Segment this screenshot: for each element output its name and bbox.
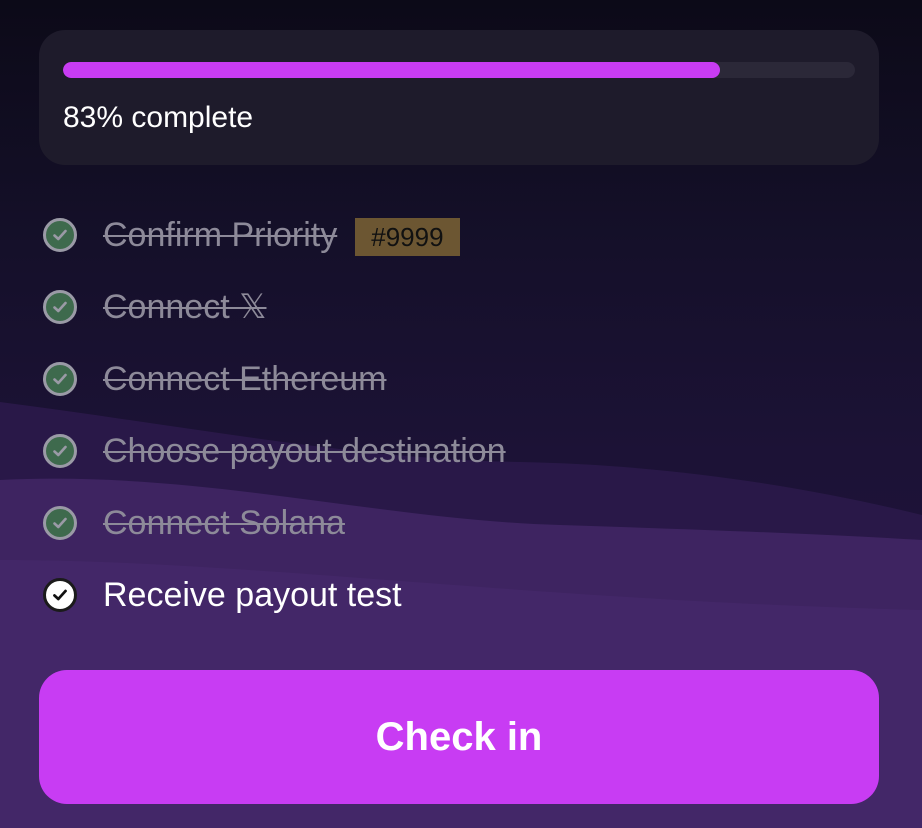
step-connect-solana[interactable]: Connect Solana [43, 502, 506, 574]
step-confirm-priority[interactable]: Confirm Priority #9999 [43, 214, 506, 286]
step-label: Choose payout destination [103, 432, 506, 470]
progress-label: 83% complete [63, 101, 254, 134]
check-circle-icon [43, 506, 77, 540]
step-receive-payout-test[interactable]: Receive payout test [43, 574, 506, 646]
progress-bar [63, 62, 855, 78]
step-label: Confirm Priority [103, 216, 338, 254]
step-label: Connect Solana [103, 504, 345, 542]
progress-card: 83% complete [39, 30, 879, 165]
step-connect-ethereum[interactable]: Connect Ethereum [43, 358, 506, 430]
check-circle-icon [43, 578, 77, 612]
checklist: Confirm Priority #9999 Connect 𝕏 Connect… [43, 214, 506, 646]
check-circle-icon [43, 362, 77, 396]
step-label: Connect 𝕏 [103, 288, 267, 326]
check-circle-icon [43, 290, 77, 324]
step-label: Connect Ethereum [103, 360, 387, 398]
step-choose-payout-destination[interactable]: Choose payout destination [43, 430, 506, 502]
priority-badge: #9999 [355, 218, 460, 256]
check-circle-icon [43, 218, 77, 252]
step-connect-x[interactable]: Connect 𝕏 [43, 286, 506, 358]
check-circle-icon [43, 434, 77, 468]
progress-bar-fill [63, 62, 721, 78]
step-label: Receive payout test [103, 576, 402, 614]
check-in-button[interactable]: Check in [39, 670, 879, 804]
